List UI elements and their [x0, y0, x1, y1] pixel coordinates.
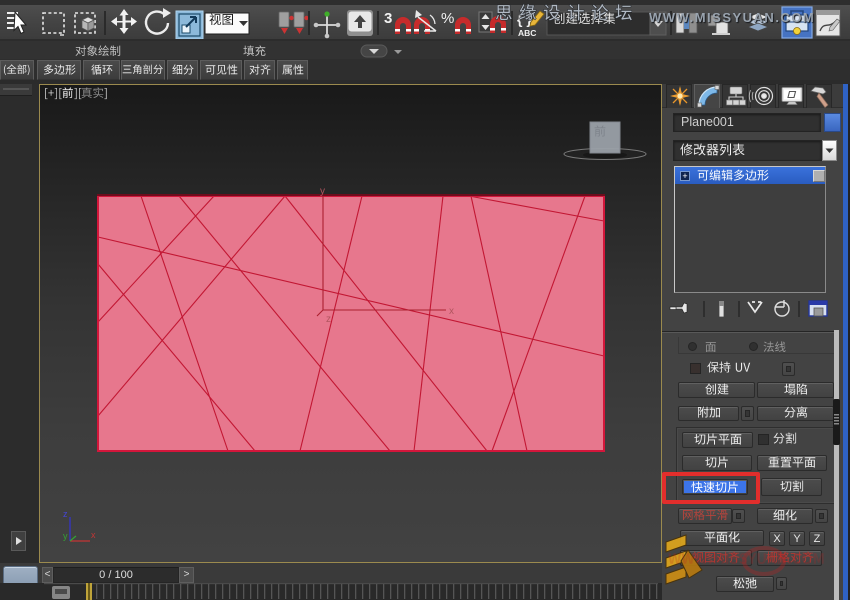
svg-text:ABC: ABC: [518, 28, 536, 38]
svg-text:x: x: [91, 530, 96, 540]
svg-text:y: y: [320, 186, 325, 197]
svg-text:3: 3: [384, 10, 392, 27]
svg-text:z: z: [63, 509, 68, 519]
svg-text:x: x: [449, 306, 454, 317]
svg-text:%: %: [441, 10, 454, 27]
svg-text:y: y: [63, 531, 68, 541]
svg-text:z: z: [326, 314, 331, 325]
